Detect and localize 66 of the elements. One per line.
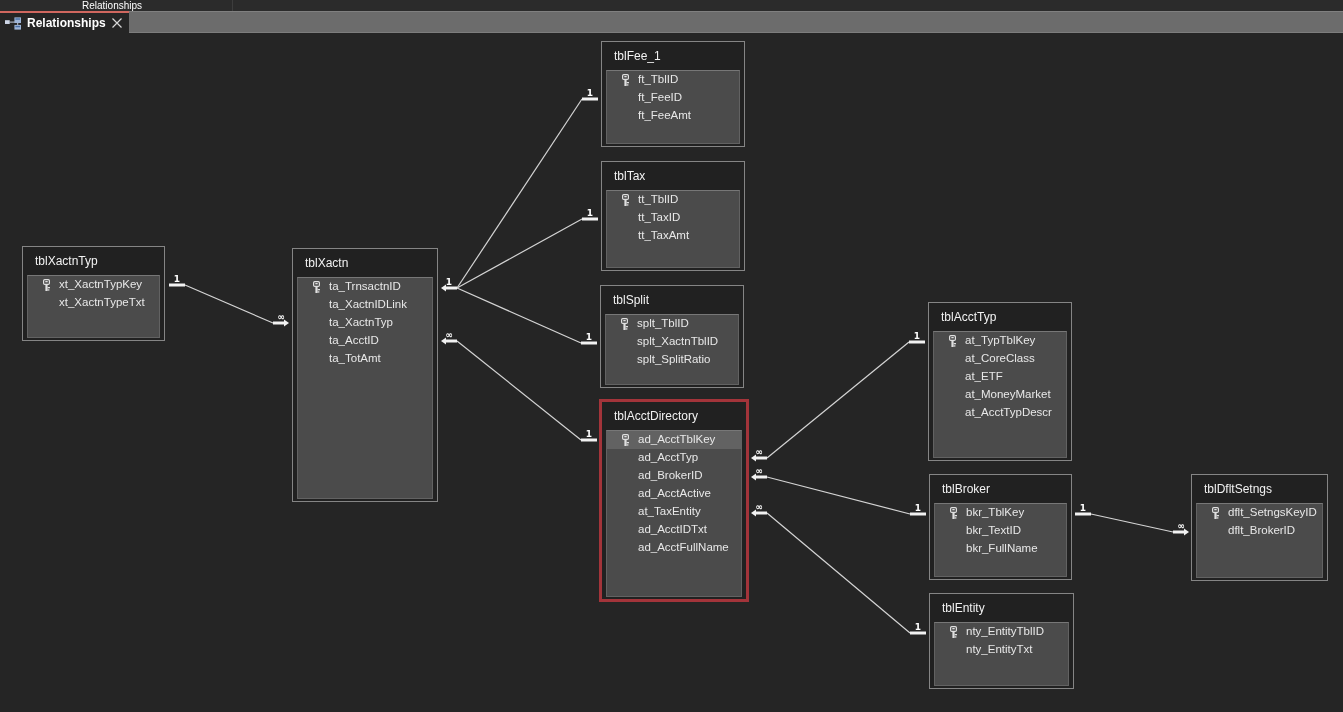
table-title: tblAcctTyp: [940, 309, 998, 326]
field-row[interactable]: ta_XactnTyp: [298, 314, 432, 332]
field-row[interactable]: ta_TotAmt: [298, 350, 432, 368]
cardinality-label: ∞: [755, 502, 763, 512]
table-title: tblSplit: [612, 292, 651, 309]
field-row[interactable]: ad_AcctTyp: [607, 449, 741, 467]
field-row[interactable]: tt_TblID: [607, 191, 739, 209]
cardinality-label: 1: [586, 88, 594, 98]
close-icon: [112, 18, 123, 28]
field-row[interactable]: bkr_TextID: [935, 522, 1066, 540]
table-title: tblXactnTyp: [34, 253, 99, 270]
field-row[interactable]: ad_AcctFullName: [607, 539, 741, 557]
cardinality-label: 1: [585, 429, 593, 439]
cardinality-label: 1: [585, 332, 593, 342]
table-title: tblFee_1: [613, 48, 662, 65]
field-row[interactable]: splt_TblID: [606, 315, 738, 333]
field-row[interactable]: bkr_FullName: [935, 540, 1066, 558]
table-title: tblEntity: [941, 600, 986, 617]
field-row[interactable]: at_AcctTypDescr: [934, 404, 1066, 422]
field-row[interactable]: splt_XactnTblID: [606, 333, 738, 351]
window-title: Relationships: [82, 0, 143, 11]
cardinality-label: ∞: [445, 330, 453, 340]
diagram-icon: [5, 16, 21, 30]
field-row[interactable]: ad_AcctIDTxt: [607, 521, 741, 539]
cardinality-label: 1: [914, 503, 922, 513]
field-row[interactable]: tt_TaxID: [607, 209, 739, 227]
field-row[interactable]: at_TaxEntity: [607, 503, 741, 521]
cardinality-label: ∞: [755, 466, 763, 476]
cardinality-label: ∞: [755, 447, 763, 457]
table-title: tblAcctDirectory: [613, 408, 700, 425]
field-row[interactable]: ft_FeeAmt: [607, 107, 739, 125]
cardinality-label: 1: [173, 274, 181, 284]
field-row[interactable]: bkr_TblKey: [935, 504, 1066, 522]
relationships-tab[interactable]: Relationships: [0, 11, 129, 33]
field-row[interactable]: at_CoreClass: [934, 350, 1066, 368]
field-row[interactable]: ad_AcctTblKey: [607, 431, 741, 449]
field-row[interactable]: ta_AcctID: [298, 332, 432, 350]
cardinality-label: ∞: [277, 312, 285, 322]
close-button[interactable]: [111, 17, 123, 29]
field-row[interactable]: dflt_BrokerID: [1197, 522, 1322, 540]
cardinality-label: ∞: [1177, 521, 1185, 531]
table-title: tblXactn: [304, 255, 350, 272]
cardinality-label: 1: [586, 208, 594, 218]
table-title: tblDfltSetngs: [1203, 481, 1274, 498]
cardinality-label: 1: [913, 331, 921, 341]
field-row[interactable]: nty_EntityTxt: [935, 641, 1068, 659]
table-title: tblBroker: [941, 481, 992, 498]
cardinality-label: 1: [914, 622, 922, 632]
field-row[interactable]: at_MoneyMarket: [934, 386, 1066, 404]
table-title: tblTax: [613, 168, 647, 185]
field-row[interactable]: ta_XactnIDLink: [298, 296, 432, 314]
field-row[interactable]: ft_TblID: [607, 71, 739, 89]
field-row[interactable]: ta_TrnsactnID: [298, 278, 432, 296]
field-row[interactable]: nty_EntityTblID: [935, 623, 1068, 641]
field-row[interactable]: tt_TaxAmt: [607, 227, 739, 245]
field-row[interactable]: dflt_SetngsKeyID: [1197, 504, 1322, 522]
field-row[interactable]: ad_AcctActive: [607, 485, 741, 503]
field-row[interactable]: ft_FeeID: [607, 89, 739, 107]
cardinality-label: 1: [1079, 503, 1087, 513]
field-row[interactable]: xt_XactnTypeTxt: [28, 294, 159, 312]
field-row[interactable]: splt_SplitRatio: [606, 351, 738, 369]
field-row[interactable]: at_TypTblKey: [934, 332, 1066, 350]
field-row[interactable]: ad_BrokerID: [607, 467, 741, 485]
cardinality-label: 1: [445, 277, 453, 287]
field-row[interactable]: xt_XactnTypKey: [28, 276, 159, 294]
field-row[interactable]: at_ETF: [934, 368, 1066, 386]
